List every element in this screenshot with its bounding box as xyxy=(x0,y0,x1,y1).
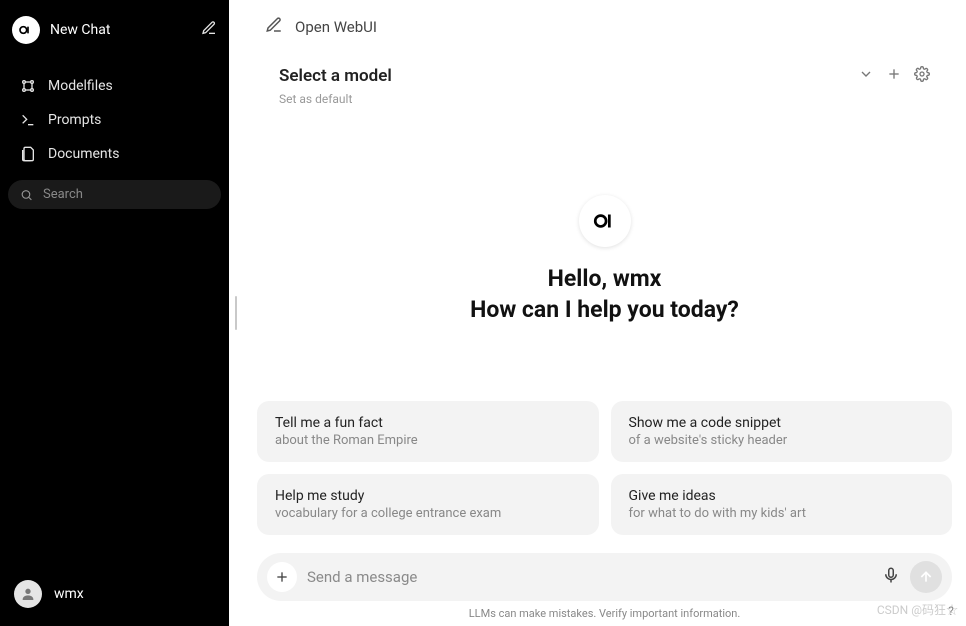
suggestion-card[interactable]: Give me ideas for what to do with my kid… xyxy=(611,474,953,535)
sidebar: New Chat Modelfiles Prompts Do xyxy=(0,0,229,626)
suggestion-sub: of a website's sticky header xyxy=(629,433,935,448)
suggestion-card[interactable]: Show me a code snippet of a website's st… xyxy=(611,401,953,462)
greeting-sub: How can I help you today? xyxy=(470,296,739,323)
documents-icon xyxy=(20,146,36,162)
center-logo xyxy=(579,195,631,247)
greeting: Hello, wmx xyxy=(548,265,662,292)
mic-button[interactable] xyxy=(882,566,900,588)
composer xyxy=(257,553,952,601)
suggestion-title: Give me ideas xyxy=(629,488,935,504)
add-model-icon[interactable] xyxy=(886,66,902,86)
main-pane: Open WebUI Select a model Set as default xyxy=(243,0,966,626)
search-icon xyxy=(20,188,33,202)
sidebar-item-modelfiles[interactable]: Modelfiles xyxy=(8,70,221,102)
model-selector-row: Select a model xyxy=(243,44,966,88)
sidebar-item-label: Prompts xyxy=(48,112,101,128)
suggestion-card[interactable]: Help me study vocabulary for a college e… xyxy=(257,474,599,535)
prompts-icon xyxy=(20,112,36,128)
pane-resize-handle[interactable] xyxy=(229,0,243,626)
new-chat-label: New Chat xyxy=(50,22,191,38)
suggestion-sub: vocabulary for a college entrance exam xyxy=(275,506,581,521)
compose-icon[interactable] xyxy=(265,16,283,38)
logo-glyph xyxy=(592,208,618,234)
chevron-down-icon[interactable] xyxy=(858,66,874,86)
suggestion-card[interactable]: Tell me a fun fact about the Roman Empir… xyxy=(257,401,599,462)
avatar xyxy=(14,580,42,608)
message-input[interactable] xyxy=(307,568,872,586)
user-row[interactable]: wmx xyxy=(8,570,221,618)
app-logo xyxy=(12,16,40,44)
sidebar-item-documents[interactable]: Documents xyxy=(8,138,221,170)
suggestion-grid: Tell me a fun fact about the Roman Empir… xyxy=(243,401,966,535)
help-badge[interactable]: ? xyxy=(942,602,960,620)
page-title: Open WebUI xyxy=(295,18,377,36)
send-button[interactable] xyxy=(910,561,942,593)
sidebar-item-label: Documents xyxy=(48,146,119,162)
set-default-link[interactable]: Set as default xyxy=(243,88,966,106)
username: wmx xyxy=(54,586,84,602)
arrow-up-icon xyxy=(918,569,934,585)
suggestion-title: Tell me a fun fact xyxy=(275,415,581,431)
avatar-icon xyxy=(20,586,36,602)
main-header: Open WebUI xyxy=(243,2,966,44)
suggestion-title: Help me study xyxy=(275,488,581,504)
suggestion-sub: for what to do with my kids' art xyxy=(629,506,935,521)
search-input[interactable] xyxy=(43,187,209,202)
suggestion-title: Show me a code snippet xyxy=(629,415,935,431)
mic-icon xyxy=(882,566,900,584)
plus-icon xyxy=(274,569,290,585)
gear-icon[interactable] xyxy=(914,66,930,86)
disclaimer: LLMs can make mistakes. Verify important… xyxy=(243,607,966,626)
logo-glyph xyxy=(18,22,34,38)
search-field[interactable] xyxy=(8,180,221,209)
sidebar-item-label: Modelfiles xyxy=(48,78,113,94)
modelfiles-icon xyxy=(20,78,36,94)
compose-icon[interactable] xyxy=(201,20,217,40)
welcome-area: Hello, wmx How can I help you today? xyxy=(243,106,966,401)
sidebar-nav: Modelfiles Prompts Documents xyxy=(8,70,221,170)
attach-button[interactable] xyxy=(267,562,297,592)
model-select[interactable]: Select a model xyxy=(279,66,392,86)
suggestion-sub: about the Roman Empire xyxy=(275,433,581,448)
composer-area xyxy=(243,535,966,607)
new-chat-row[interactable]: New Chat xyxy=(8,8,221,52)
sidebar-item-prompts[interactable]: Prompts xyxy=(8,104,221,136)
